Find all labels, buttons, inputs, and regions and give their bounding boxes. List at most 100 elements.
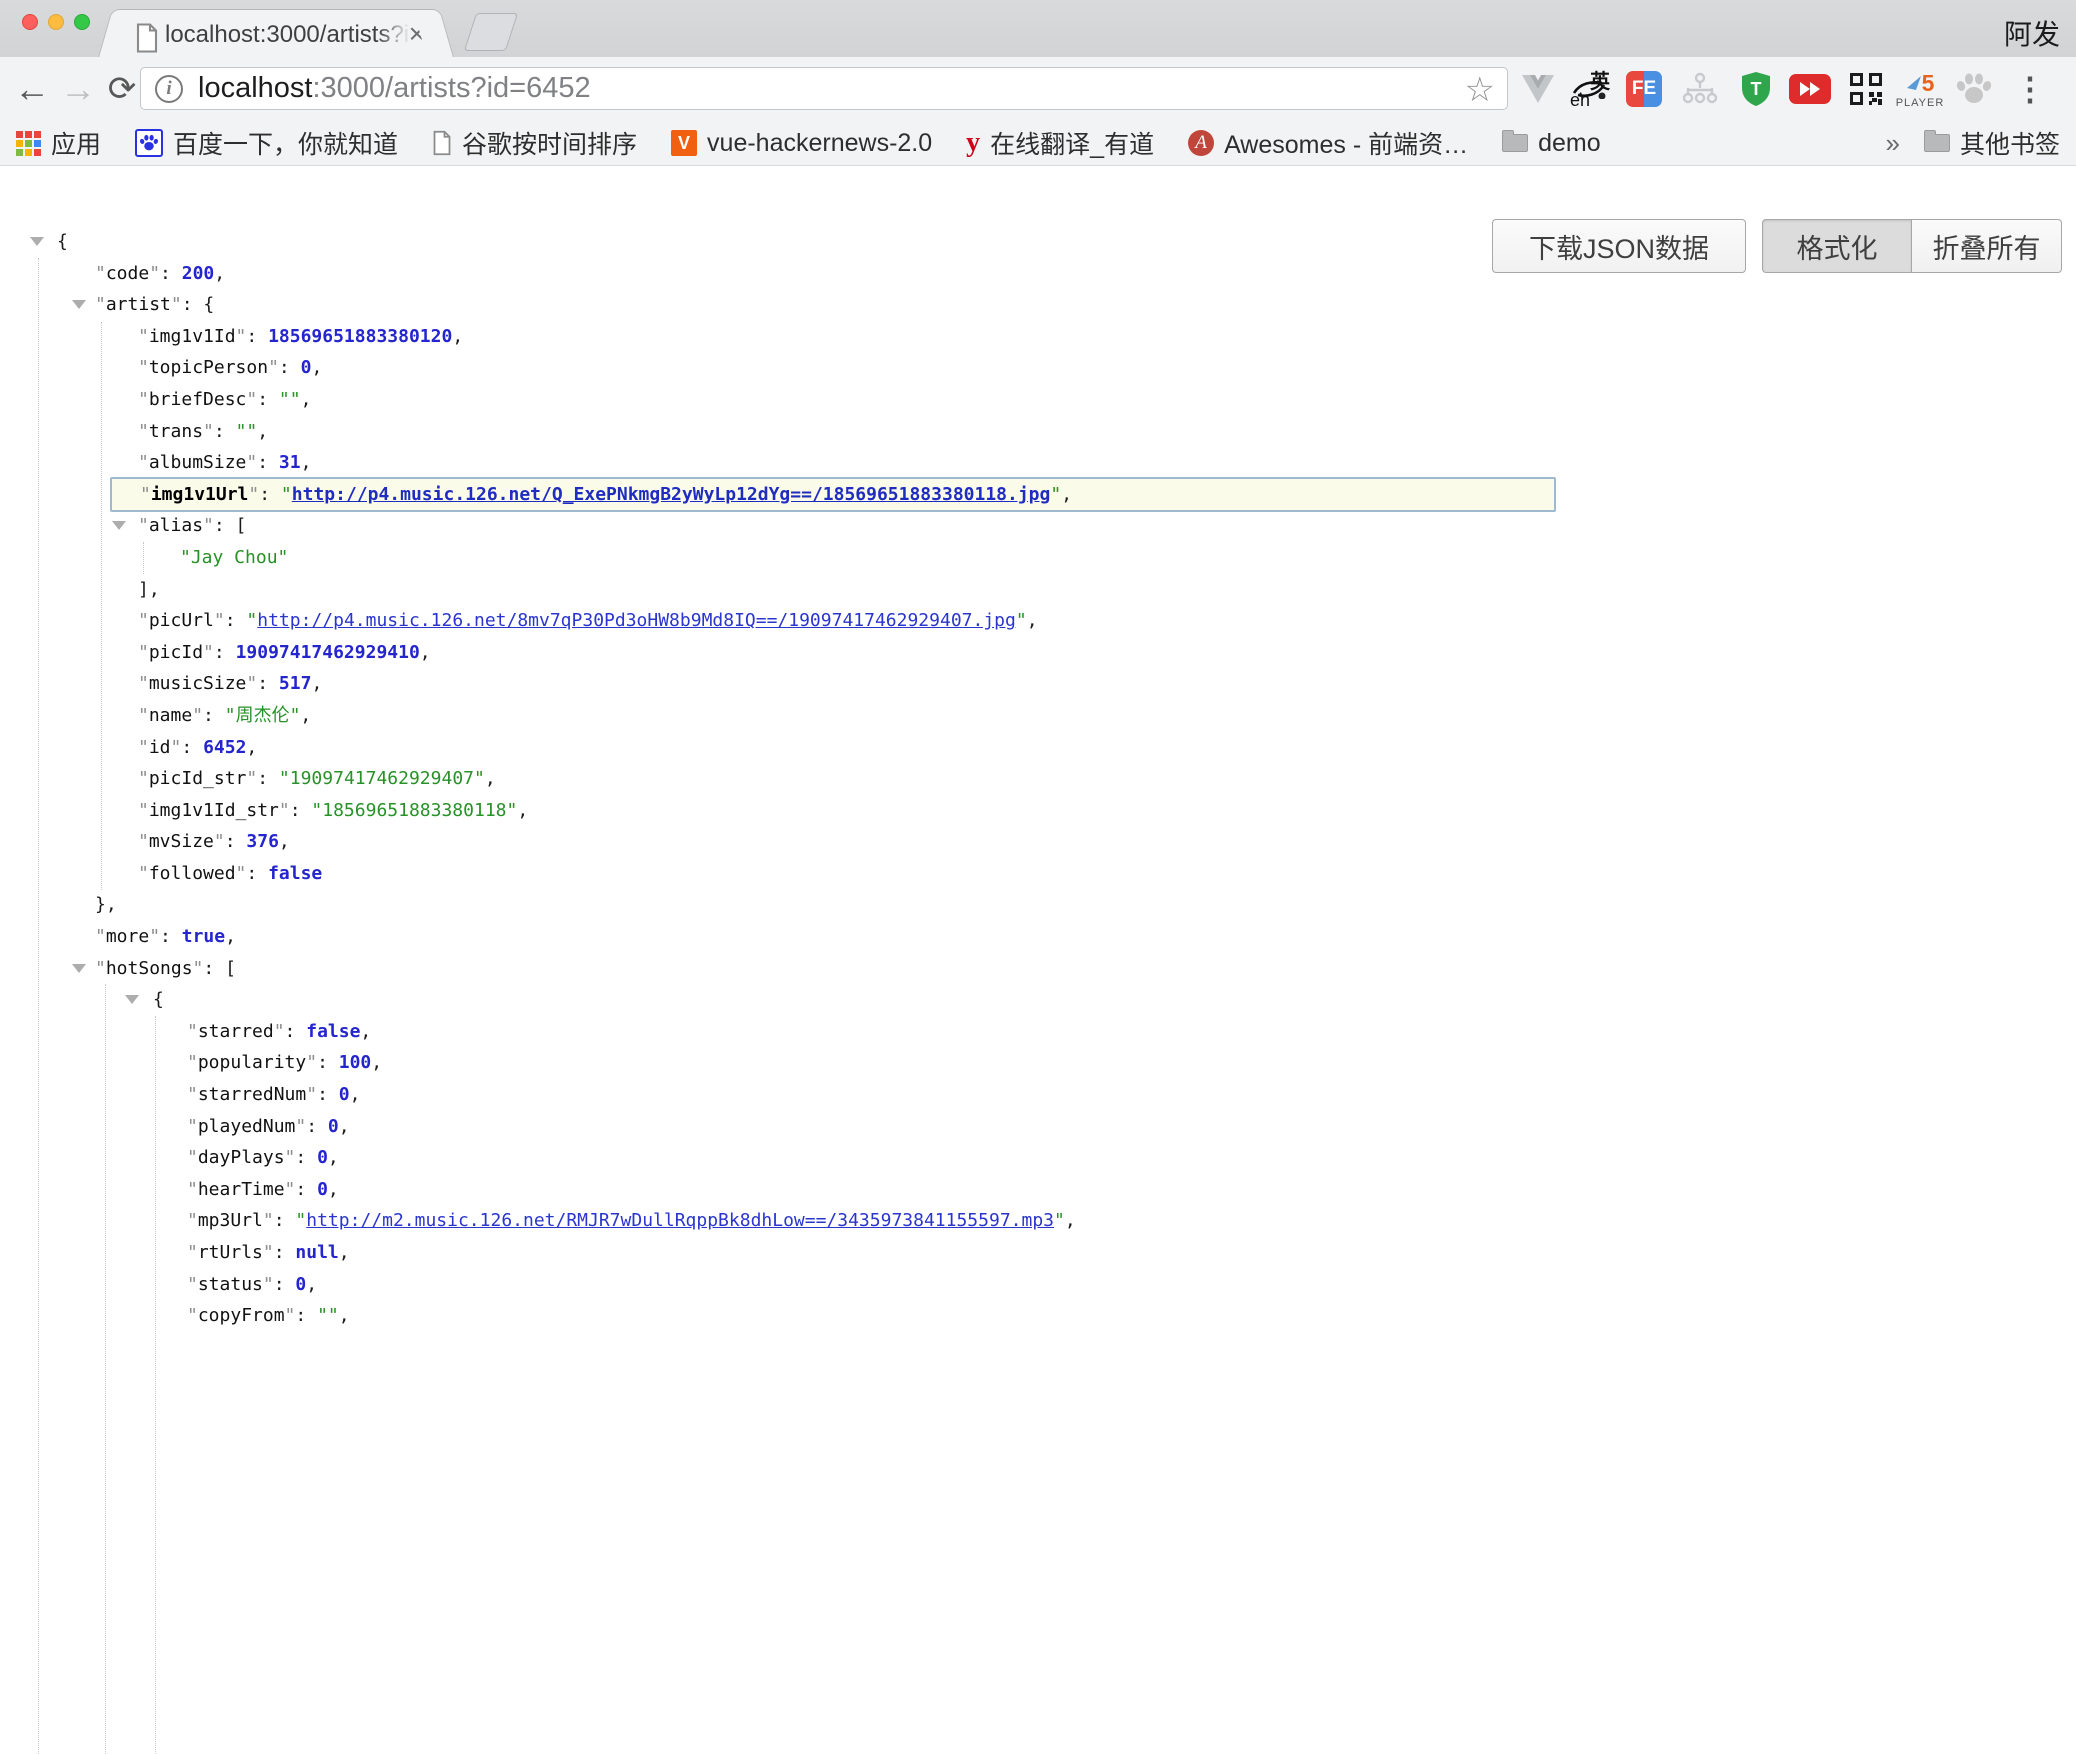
zoom-window-button[interactable] [74,14,90,30]
bookmark-apps[interactable]: 应用 [16,125,101,161]
bookmarks-bar: 应用 百度一下，你就知道 谷歌按时间排序 V vue-hackernews-2.… [0,121,2076,166]
bookmark-awesomes[interactable]: A Awesomes - 前端资… [1188,125,1468,161]
json-value: 100 [339,1052,372,1073]
bookmarks-overflow-icon[interactable]: » [1886,128,1900,159]
json-string: "Jay Chou" [180,547,288,568]
apps-grid-icon [16,131,41,156]
address-bar[interactable]: i localhost:3000/artists?id=6452 ☆ [140,67,1508,110]
json-string: "18569651883380118" [311,800,517,821]
json-line: "img1v1Id": 18569651883380120, [0,321,2076,353]
json-string: "" [279,389,301,410]
bookmark-baidu[interactable]: 百度一下，你就知道 [135,125,398,161]
json-line: "dayPlays": 0, [0,1142,2076,1174]
tab-close-icon[interactable]: × [409,19,425,49]
new-tab-button[interactable] [464,13,518,51]
json-line: "picUrl": "http://p4.music.126.net/8mv7q… [0,605,2076,637]
json-value: null [295,1242,338,1263]
json-url-link[interactable]: http://p4.music.126.net/8mv7qP30Pd3oHW8b… [257,610,1016,631]
qr-code-icon[interactable] [1842,57,1890,121]
bookmark-google-sort[interactable]: 谷歌按时间排序 [432,125,637,161]
shield-t-icon[interactable]: T [1732,57,1780,121]
toolbar: ← → ⟳ i localhost:3000/artists?id=6452 ☆… [0,57,2076,121]
json-line: "trans": "", [0,416,2076,448]
reload-button[interactable]: ⟳ [100,57,144,121]
json-line: "hotSongs": [ [0,953,2076,985]
json-key: hotSongs [106,958,193,979]
json-url-link[interactable]: http://p4.music.126.net/Q_ExePNkmgB2yWyL… [292,484,1051,505]
json-line: "hearTime": 0, [0,1174,2076,1206]
json-line: "id": 6452, [0,732,2076,764]
json-key: status [198,1274,263,1295]
json-line: "albumSize": 31, [0,447,2076,479]
folder-icon [1924,134,1950,152]
json-key: starred [198,1021,274,1042]
json-line-selected: "img1v1Url": "http://p4.music.126.net/Q_… [110,477,1556,513]
youdao-y-icon: y [966,127,980,159]
json-key: starredNum [198,1084,306,1105]
bookmark-youdao[interactable]: y 在线翻译_有道 [966,125,1154,161]
translate-en-icon[interactable]: 英 en [1566,57,1614,121]
json-url-link[interactable]: http://m2.music.126.net/RMJR7wDullRqppBk… [306,1210,1054,1231]
browser-menu-icon[interactable]: ⋮ [2008,57,2052,121]
json-viewer: {"code": 200,"artist": {"img1v1Id": 1856… [0,226,2076,1754]
bookmark-vue-hackernews[interactable]: V vue-hackernews-2.0 [671,129,932,158]
json-line: }, [0,889,2076,921]
close-window-button[interactable] [22,14,38,30]
collapse-triangle-icon[interactable] [72,964,86,973]
page-info-icon[interactable]: i [155,75,183,103]
json-value: 6452 [203,737,246,758]
vue-devtools-icon[interactable] [1514,57,1562,121]
json-key: picUrl [149,610,214,631]
json-line: "followed": false [0,858,2076,890]
awesomes-a-icon: A [1188,130,1214,156]
browser-tab[interactable]: localhost:3000/artists?id=645 × [118,9,434,57]
json-value: true [182,926,225,947]
json-key: followed [149,863,236,884]
json-key: trans [149,421,203,442]
json-key: picId_str [149,768,247,789]
json-line: "more": true, [0,921,2076,953]
json-string: "周杰伦" [225,705,301,726]
profile-name[interactable]: 阿发 [2004,13,2060,53]
back-button[interactable]: ← [10,57,54,121]
collapse-triangle-icon[interactable] [112,521,126,530]
html5-player-icon[interactable]: 5 PLAYER [1896,57,1944,121]
json-value: 18569651883380120 [268,326,452,347]
bookmark-star-icon[interactable]: ☆ [1465,70,1495,110]
sitemap-icon[interactable] [1676,57,1724,121]
json-value: false [306,1021,360,1042]
json-string: "" [236,421,258,442]
json-value: 0 [301,357,312,378]
json-line: "status": 0, [0,1269,2076,1301]
json-value: 0 [295,1274,306,1295]
json-value: false [268,863,322,884]
fe-icon[interactable]: FE [1620,57,1668,121]
collapse-triangle-icon[interactable] [72,300,86,309]
json-key: playedNum [198,1116,296,1137]
page-icon [432,130,452,156]
collapse-triangle-icon[interactable] [125,995,139,1004]
json-line: "briefDesc": "", [0,384,2076,416]
bookmark-demo-folder[interactable]: demo [1502,129,1601,158]
paw-icon[interactable] [1950,57,1998,121]
url-text[interactable]: localhost:3000/artists?id=6452 [198,72,591,105]
vue-v-icon: V [671,130,697,156]
json-key: mp3Url [198,1210,263,1231]
json-line: { [0,226,2076,258]
page-content: 下载JSON数据 格式化 折叠所有 {"code": 200,"artist":… [0,166,2076,1754]
json-line: "starredNum": 0, [0,1079,2076,1111]
json-key: more [106,926,149,947]
video-speed-icon[interactable] [1786,57,1834,121]
forward-button[interactable]: → [56,57,100,121]
json-key: topicPerson [149,357,268,378]
json-key: img1v1Id [149,326,236,347]
json-line: "copyFrom": "", [0,1300,2076,1332]
collapse-triangle-icon[interactable] [30,237,44,246]
other-bookmarks-folder[interactable]: 其他书签 [1924,125,2060,161]
minimize-window-button[interactable] [48,14,64,30]
json-line: "musicSize": 517, [0,668,2076,700]
json-line: { [0,984,2076,1016]
json-key: copyFrom [198,1305,285,1326]
json-value: 0 [317,1147,328,1168]
json-key: id [149,737,171,758]
